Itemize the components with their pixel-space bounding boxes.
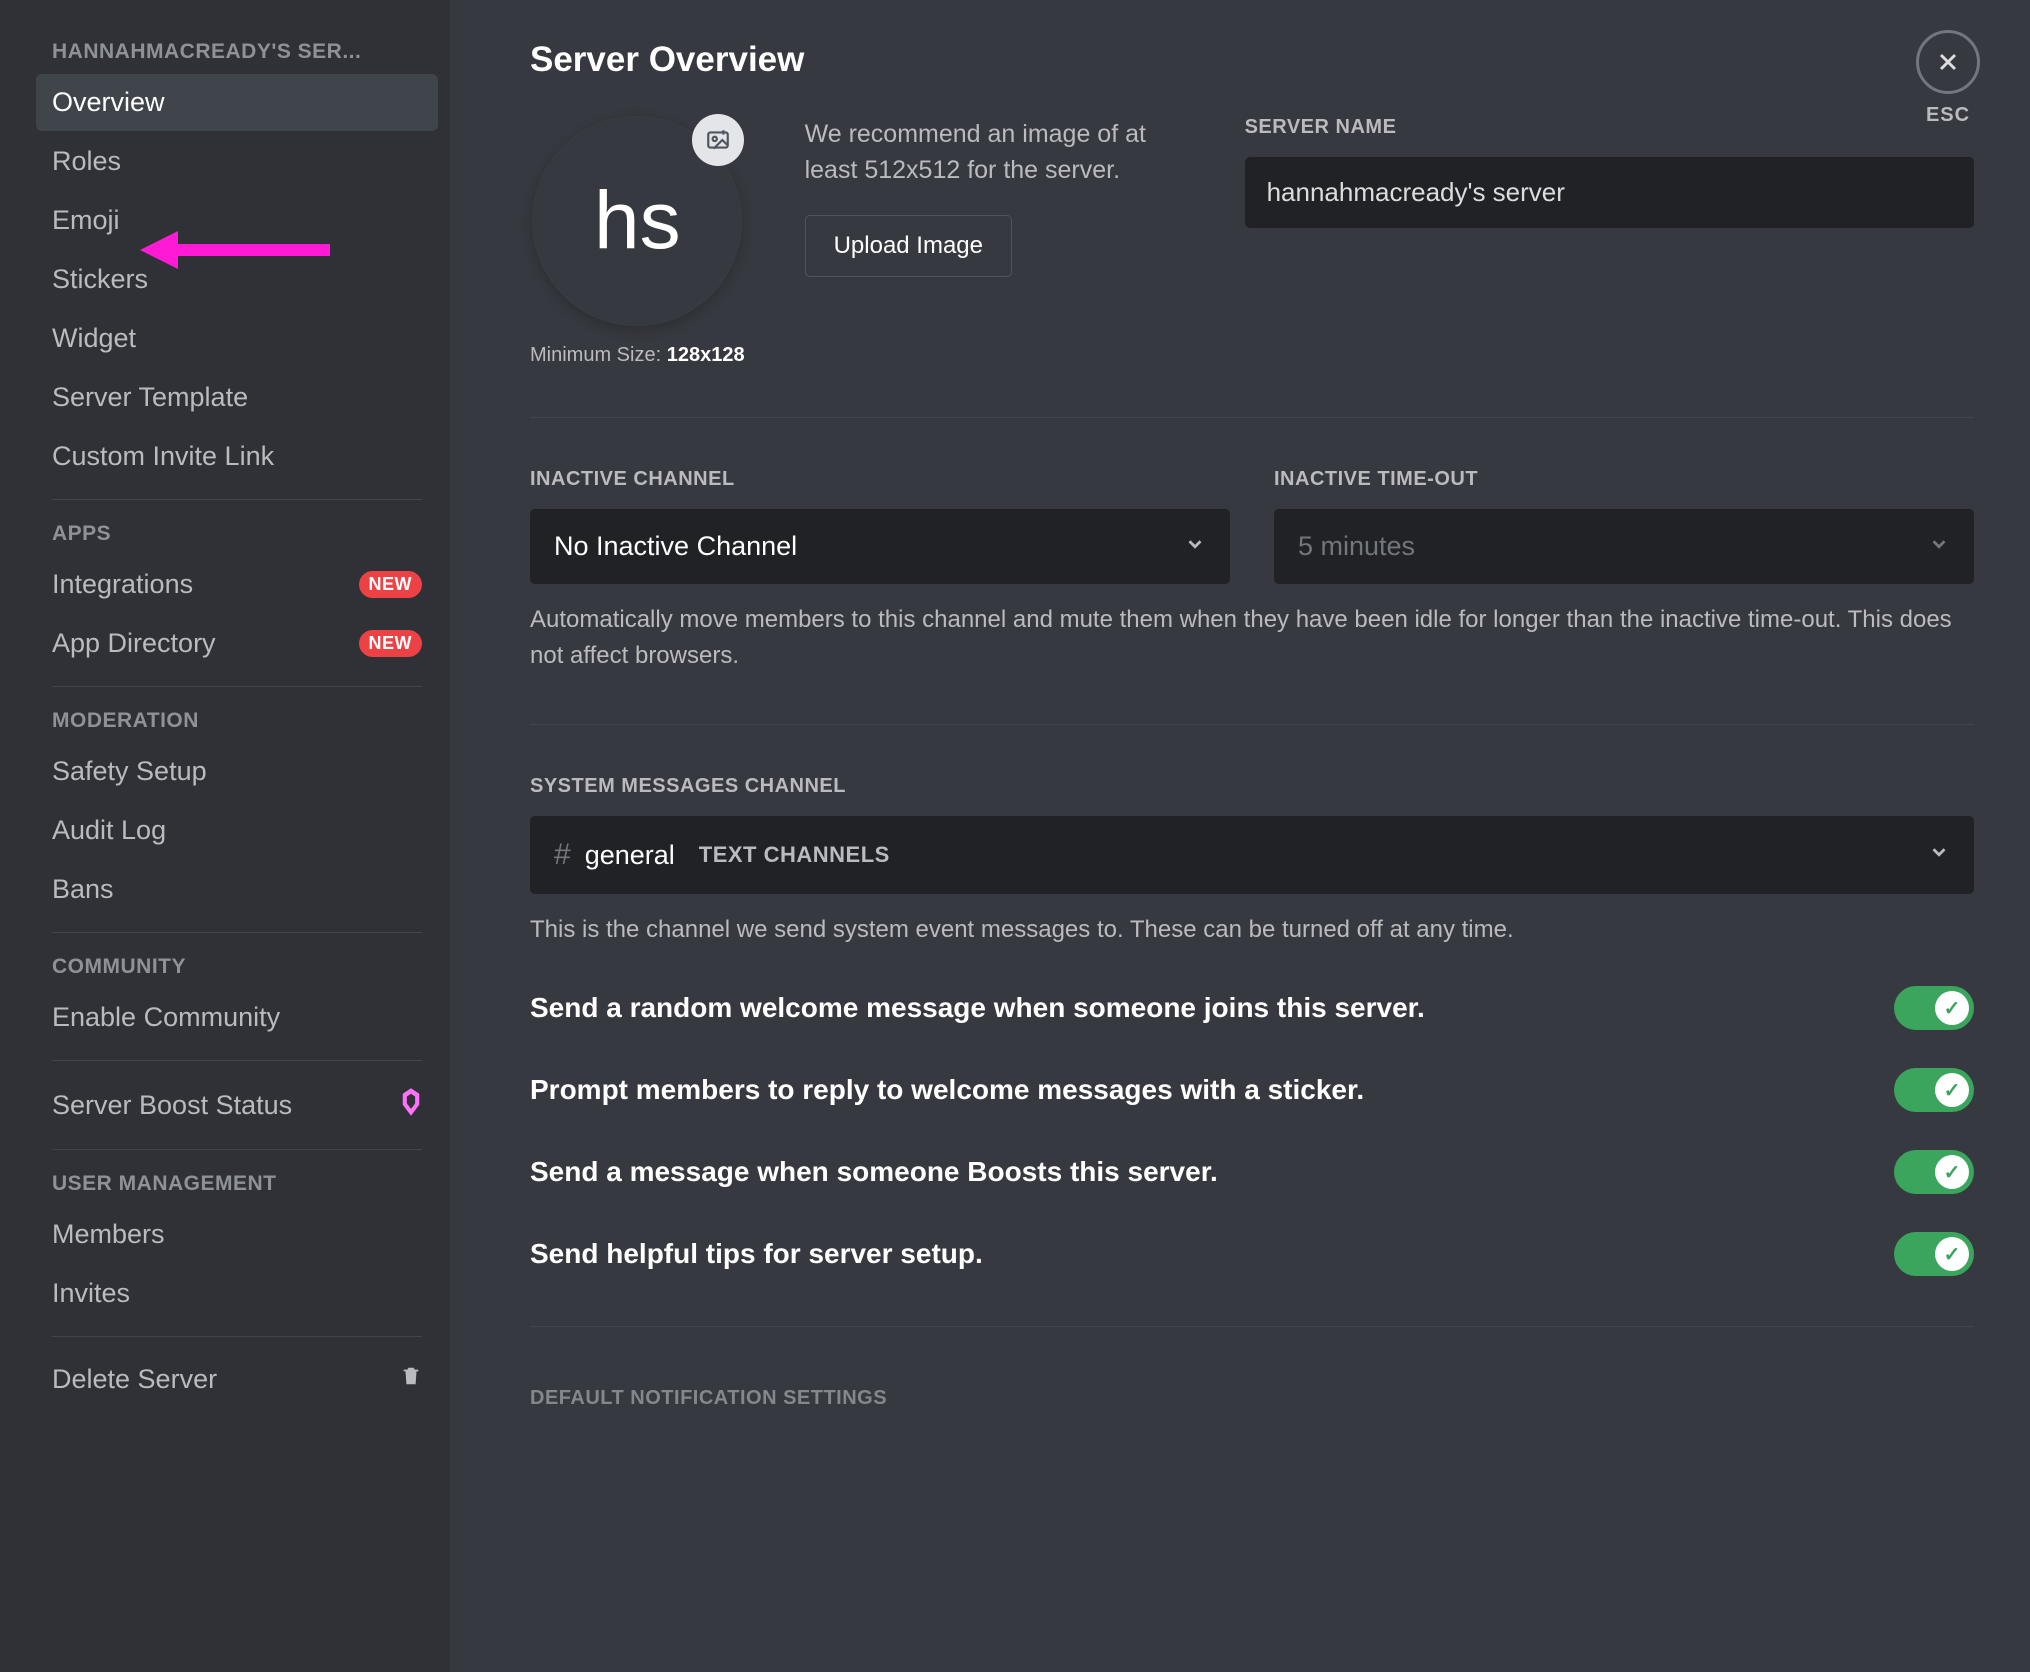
min-size-text: Minimum Size: 128x128 — [530, 344, 745, 367]
hash-icon: # — [554, 838, 571, 872]
sidebar-item-enable-community[interactable]: Enable Community — [36, 989, 438, 1046]
sidebar-item-emoji[interactable]: Emoji — [36, 192, 438, 249]
sidebar-item-safety-setup[interactable]: Safety Setup — [36, 743, 438, 800]
close-esc-label: ESC — [1916, 104, 1980, 127]
trash-icon — [400, 1364, 422, 1395]
check-icon: ✓ — [1935, 1155, 1969, 1189]
sidebar-item-app-directory[interactable]: App Directory NEW — [36, 615, 438, 672]
settings-sidebar: HANNAHMACREADY'S SER... Overview Roles E… — [0, 0, 450, 1672]
sidebar-item-label: Emoji — [52, 205, 120, 236]
recommended-size-text: We recommend an image of at least 512x51… — [805, 116, 1185, 189]
inactive-channel-label: INACTIVE CHANNEL — [530, 468, 1230, 491]
sidebar-item-roles[interactable]: Roles — [36, 133, 438, 190]
sidebar-item-label: Invites — [52, 1278, 130, 1309]
sidebar-item-label: Members — [52, 1219, 165, 1250]
boost-icon — [400, 1088, 422, 1122]
page-title: Server Overview — [530, 40, 1974, 80]
system-channel-help-text: This is the channel we send system event… — [530, 912, 1974, 948]
chevron-down-icon — [1928, 841, 1950, 869]
sidebar-section-apps: APPS — [36, 514, 438, 554]
sidebar-item-label: Enable Community — [52, 1002, 280, 1033]
system-messages-channel-label: SYSTEM MESSAGES CHANNEL — [530, 775, 1974, 798]
sidebar-item-bans[interactable]: Bans — [36, 861, 438, 918]
sidebar-item-integrations[interactable]: Integrations NEW — [36, 556, 438, 613]
chevron-down-icon — [1928, 533, 1950, 561]
sidebar-item-delete-server[interactable]: Delete Server — [36, 1351, 438, 1408]
sidebar-divider — [52, 1060, 422, 1061]
settings-content: ESC Server Overview hs Minimum Size: 128… — [450, 0, 2030, 1672]
sidebar-item-custom-invite-link[interactable]: Custom Invite Link — [36, 428, 438, 485]
sidebar-item-label: Overview — [52, 87, 165, 118]
sidebar-item-members[interactable]: Members — [36, 1206, 438, 1263]
sidebar-server-name: HANNAHMACREADY'S SER... — [36, 32, 438, 72]
sidebar-divider — [52, 932, 422, 933]
sidebar-section-user-management: USER MANAGEMENT — [36, 1164, 438, 1204]
upload-image-button[interactable]: Upload Image — [805, 215, 1012, 277]
toggle-boost-message[interactable]: ✓ — [1894, 1150, 1974, 1194]
sidebar-item-invites[interactable]: Invites — [36, 1265, 438, 1322]
section-divider — [530, 417, 1974, 418]
check-icon: ✓ — [1935, 991, 1969, 1025]
sidebar-section-moderation: MODERATION — [36, 701, 438, 741]
close-icon — [1934, 48, 1962, 76]
sidebar-item-label: Widget — [52, 323, 136, 354]
sidebar-item-label: Audit Log — [52, 815, 166, 846]
server-name-label: SERVER NAME — [1245, 116, 1974, 139]
close-button[interactable] — [1916, 30, 1980, 94]
inactive-channel-select[interactable]: No Inactive Channel — [530, 509, 1230, 584]
new-badge: NEW — [359, 630, 423, 657]
sidebar-divider — [52, 1149, 422, 1150]
toggle-setup-tips[interactable]: ✓ — [1894, 1232, 1974, 1276]
sidebar-item-label: Stickers — [52, 264, 148, 295]
upload-image-icon[interactable] — [692, 114, 744, 166]
toggle-label-setup-tips: Send helpful tips for server setup. — [530, 1238, 983, 1270]
server-avatar-initials: hs — [594, 174, 681, 268]
sidebar-item-audit-log[interactable]: Audit Log — [36, 802, 438, 859]
system-channel-category: TEXT CHANNELS — [699, 842, 890, 868]
sidebar-item-label: Bans — [52, 874, 114, 905]
new-badge: NEW — [359, 571, 423, 598]
sidebar-item-label: Custom Invite Link — [52, 441, 274, 472]
sidebar-item-label: Roles — [52, 146, 121, 177]
sidebar-item-label: Delete Server — [52, 1364, 217, 1395]
sidebar-item-label: App Directory — [52, 628, 216, 659]
sidebar-item-widget[interactable]: Widget — [36, 310, 438, 367]
sidebar-item-label: Server Boost Status — [52, 1090, 292, 1121]
sidebar-item-label: Integrations — [52, 569, 193, 600]
inactive-timeout-value: 5 minutes — [1298, 531, 1415, 562]
system-channel-name: general — [585, 840, 675, 871]
toggle-label-welcome-message: Send a random welcome message when someo… — [530, 992, 1425, 1024]
toggle-label-sticker-prompt: Prompt members to reply to welcome messa… — [530, 1074, 1364, 1106]
toggle-label-boost-message: Send a message when someone Boosts this … — [530, 1156, 1218, 1188]
section-divider — [530, 1326, 1974, 1327]
server-avatar[interactable]: hs — [532, 116, 742, 326]
sidebar-divider — [52, 686, 422, 687]
chevron-down-icon — [1184, 533, 1206, 561]
default-notification-settings-label: DEFAULT NOTIFICATION SETTINGS — [530, 1387, 1974, 1410]
check-icon: ✓ — [1935, 1073, 1969, 1107]
toggle-welcome-message[interactable]: ✓ — [1894, 986, 1974, 1030]
sidebar-section-community: COMMUNITY — [36, 947, 438, 987]
sidebar-item-server-template[interactable]: Server Template — [36, 369, 438, 426]
inactive-timeout-label: INACTIVE TIME-OUT — [1274, 468, 1974, 491]
check-icon: ✓ — [1935, 1237, 1969, 1271]
sidebar-divider — [52, 1336, 422, 1337]
sidebar-divider — [52, 499, 422, 500]
inactive-channel-value: No Inactive Channel — [554, 531, 797, 562]
sidebar-item-stickers[interactable]: Stickers — [36, 251, 438, 308]
toggle-sticker-prompt[interactable]: ✓ — [1894, 1068, 1974, 1112]
inactive-help-text: Automatically move members to this chann… — [530, 602, 1974, 674]
sidebar-item-overview[interactable]: Overview — [36, 74, 438, 131]
close-area: ESC — [1916, 30, 1980, 127]
sidebar-item-label: Safety Setup — [52, 756, 207, 787]
system-messages-channel-select[interactable]: # general TEXT CHANNELS — [530, 816, 1974, 894]
sidebar-item-server-boost-status[interactable]: Server Boost Status — [36, 1075, 438, 1135]
server-name-input[interactable] — [1245, 157, 1974, 228]
section-divider — [530, 724, 1974, 725]
inactive-timeout-select[interactable]: 5 minutes — [1274, 509, 1974, 584]
sidebar-item-label: Server Template — [52, 382, 248, 413]
